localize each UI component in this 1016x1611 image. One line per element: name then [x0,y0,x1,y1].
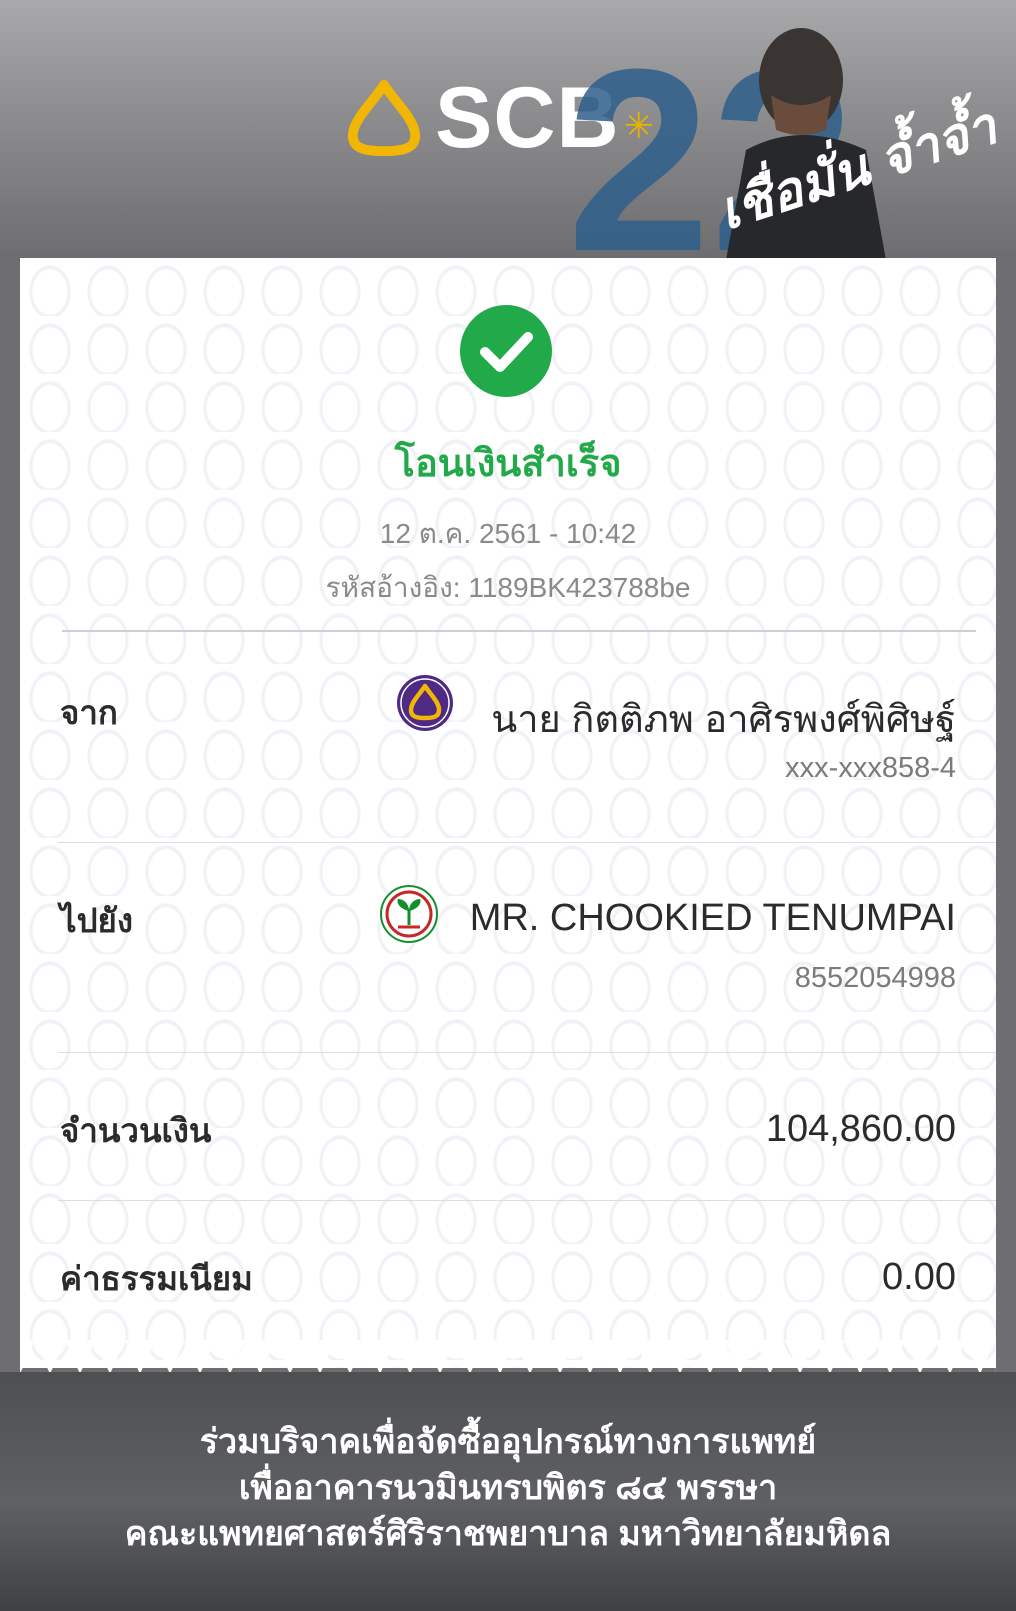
to-label: ไปยัง [60,902,133,939]
amount-value: 104,860.00 [765,1108,956,1150]
kbank-bank-icon [380,885,438,943]
reference-value: 1189BK423788be [468,572,691,603]
success-check-icon [460,305,552,397]
divider [58,1052,996,1053]
scb-bank-icon [397,675,453,731]
sender-account: xxx-xxx858-4 [785,752,956,784]
divider [58,842,996,843]
transaction-datetime: 12 ต.ค. 2561 - 10:42 [379,518,637,549]
promo-graphic: 22 เชื่อมั่น จ้ำจ้ำ [576,16,1006,260]
fee-value: 0.00 [882,1256,956,1298]
receipt-card [20,258,996,1368]
recipient-name: MR. CHOOKIED TENUMPAI [469,897,956,939]
divider [58,1200,996,1201]
sender-name: นาย กิตติภพ อาศิรพงศ์พิศิษฐ์ [491,699,956,741]
amount-label: จำนวนเงิน [60,1112,212,1149]
footer-line-3: คณะแพทยศาสตร์ศิริราชพยาบาล มหาวิทยาลัยมห… [124,1515,892,1553]
receipt-torn-edge [20,1340,996,1374]
divider [62,630,976,632]
from-label: จาก [60,694,118,731]
reference-line: รหัสอ้างอิง: 1189BK423788be [0,566,1016,610]
fee-label: ค่าธรรมเนียม [60,1260,253,1297]
transfer-status: โอนเงินสำเร็จ [394,443,622,485]
scb-emblem-icon [347,79,421,157]
reference-label: รหัสอ้างอิง: [325,572,461,603]
donation-footer: ร่วมบริจาคเพื่อจัดซื้ออุปกรณ์ทางการแพทย์… [0,1372,1016,1611]
header-banner: SCB ✳ 22 เชื่อมั่น จ้ำจ้ำ [0,0,1016,260]
recipient-account: 8552054998 [794,962,956,994]
